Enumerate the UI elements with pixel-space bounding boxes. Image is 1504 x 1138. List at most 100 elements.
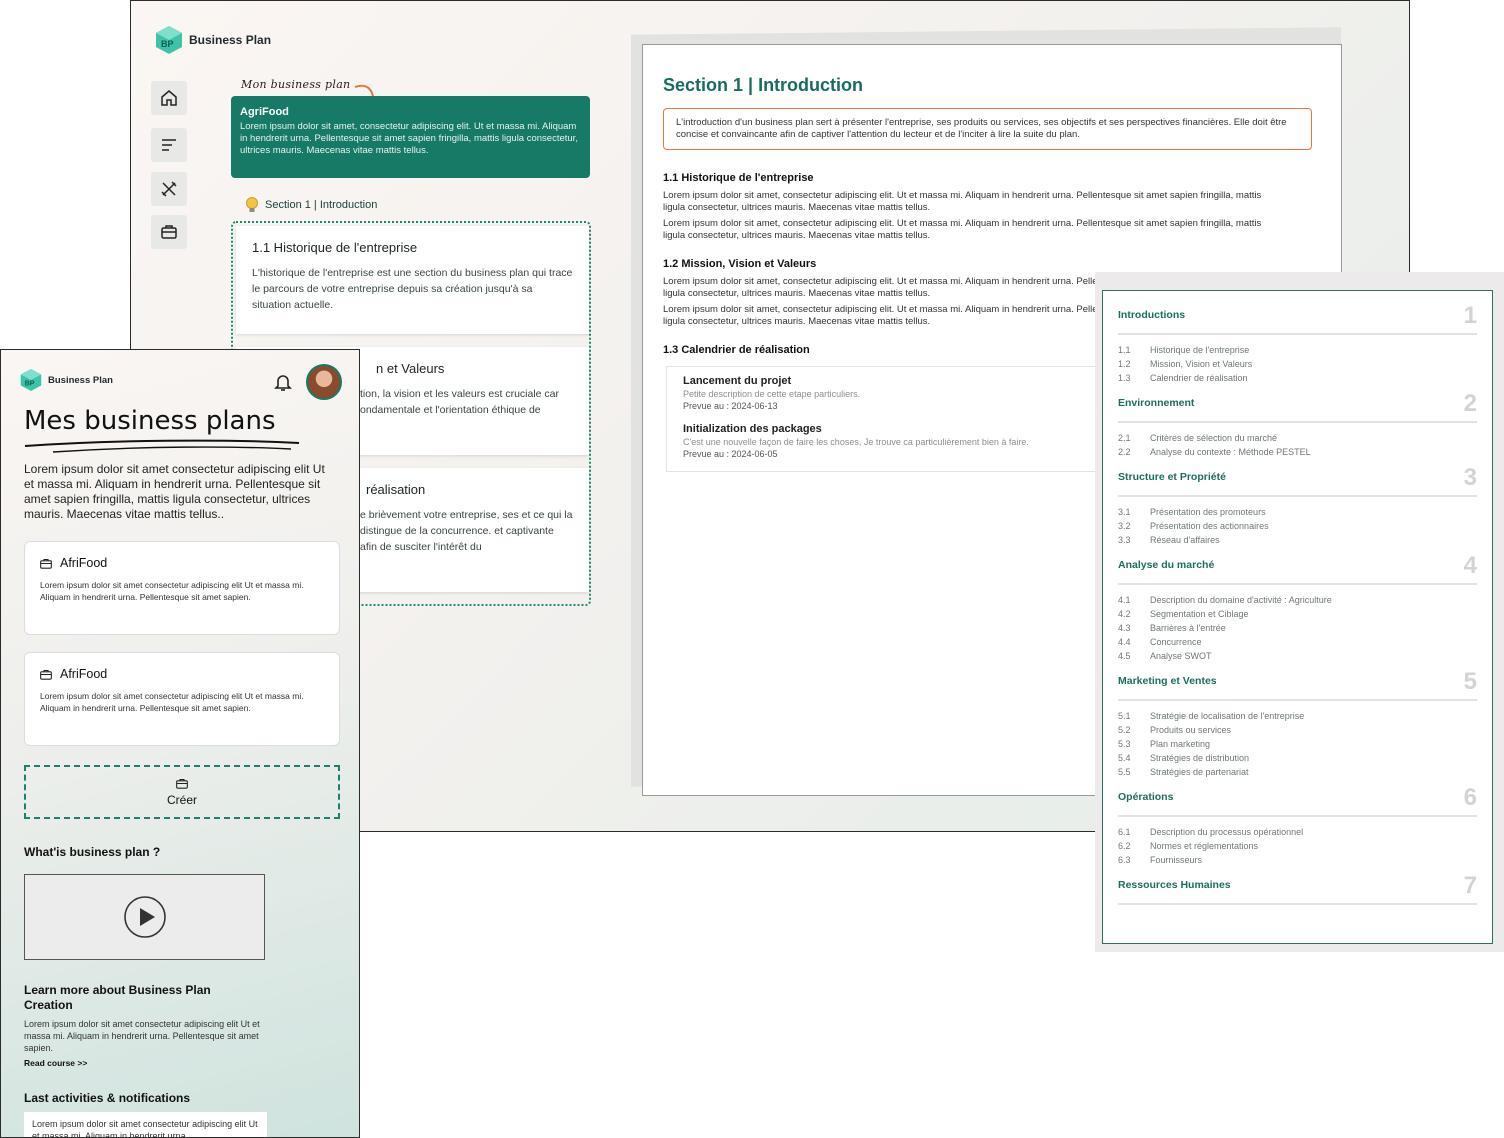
notification-item[interactable]: Lorem ipsum dolor sit amet consectetur a… [24,1112,267,1137]
document-title: Section 1 | Introduction [663,75,864,95]
timeline-list: Lancement du projet Petite description d… [666,366,1106,472]
menu-lines-icon [162,139,176,151]
doc-paragraph: Lorem ipsum dolor sit amet, consectetur … [663,190,1262,213]
plan-description: Lorem ipsum dolor sit amet, consectetur … [240,121,578,156]
business-plan-card[interactable]: AgriFood Lorem ipsum dolor sit amet, con… [231,96,590,178]
card-text: Lorem ipsum dolor sit amet consectetur a… [40,691,304,713]
nav-briefcase-button[interactable] [151,215,187,249]
subsection-text: L'historique de l'entreprise est une sec… [252,267,573,311]
business-plan-card[interactable]: AfriFood Lorem ipsum dolor sit amet cons… [24,652,340,746]
title-underline-decoration [24,439,300,453]
toc-item[interactable]: 5.4 Stratégies de distribution [1118,751,1477,765]
doc-heading: 1.1 Historique de l'entreprise [663,172,814,184]
toc-section: Environnement 2 2.1 Critères de sélection … [1118,385,1477,459]
svg-text:BP: BP [161,39,174,49]
toc-section-title[interactable]: Analyse du marché [1118,559,1214,571]
subsection-card[interactable]: 1.1 Historique de l'entreprise L'histori… [236,226,589,334]
bell-icon[interactable] [274,372,292,392]
video-player[interactable] [24,874,265,960]
toc-section: Marketing et Ventes 5 5.1 Stratégie de loc… [1118,663,1477,779]
brand-name: Business Plan [48,374,113,386]
read-course-link[interactable]: Read course >> [24,1058,87,1068]
video-section-title: What'is business plan ? [24,845,161,859]
toc-item[interactable]: 3.3 Réseau d'affaires [1118,533,1477,547]
briefcase-icon [40,669,52,680]
nav-list-button[interactable] [151,128,187,162]
create-label: Créer [166,792,197,807]
doc-heading: 1.2 Mission, Vision et Valeurs [663,258,817,270]
toc-item[interactable]: 4.4 Concurrence [1118,635,1477,649]
toc-section-title[interactable]: Opérations [1118,791,1173,803]
nav-tools-button[interactable] [151,172,187,206]
toc-item[interactable]: 6.1 Description du processus opérationnel [1118,825,1477,839]
timeline-item[interactable]: Lancement du projet Petite description d… [683,375,1089,411]
tools-icon [161,181,177,197]
course-title: Learn more about Business Plan Creation [24,983,211,1012]
toc-item[interactable]: 3.1 Présentation des promoteurs [1118,505,1477,519]
subsection-title: 1.1 Historique de l'entreprise [252,240,418,255]
toc-item[interactable]: 2.1 Critères de sélection du marché [1118,431,1477,445]
toc-item[interactable]: 1.1 Historique de l'entreprise [1118,343,1477,357]
toc-item[interactable]: 3.2 Présentation des actionnaires [1118,519,1477,533]
card-text: Lorem ipsum dolor sit amet consectetur a… [40,580,304,602]
play-icon[interactable] [123,895,167,939]
toc-item[interactable]: 4.1 Description du domaine d'activité : A… [1118,593,1477,607]
toc-section: Structure et Propriété 3 3.1 Présentation … [1118,459,1477,547]
brand-name: Business Plan [189,33,272,47]
create-button[interactable]: Créer [24,765,340,819]
toc-section-title[interactable]: Introductions [1118,309,1185,321]
task-description: Petite description de cette etape partic… [683,389,861,399]
toc-item[interactable]: 1.3 Calendrier de réalisation [1118,371,1477,385]
task-date: Prevue au : 2024-06-05 [683,449,778,459]
svg-text:BP: BP [25,381,35,388]
mobile-screen: BP Business Plan Mes business plans Lore… [0,349,360,1138]
plan-title: AgriFood [240,106,289,118]
toc-section-title[interactable]: Ressources Humaines [1118,879,1231,891]
task-description: C'est une nouvelle façon de faire les ch… [683,437,1029,447]
doc-paragraph: Lorem ipsum dolor sit amet, consectetur … [663,218,1262,241]
section-label-text: Section 1 | Introduction [265,199,378,211]
toc-section-number: 5 [1463,668,1477,695]
brand-logo[interactable]: BP Business Plan [20,368,113,392]
toc-item[interactable]: 5.2 Produits ou services [1118,723,1477,737]
toc-section-number: 6 [1463,784,1477,811]
toc-item[interactable]: 4.3 Barrières à l'entrée [1118,621,1477,635]
briefcase-icon [176,778,188,789]
toc-item[interactable]: 1.2 Mission, Vision et Valeurs [1118,357,1477,371]
toc-item[interactable]: 4.2 Segmentation et Ciblage [1118,607,1477,621]
toc-section: Introductions 1 1.1 Historique de l'entrep… [1118,291,1477,385]
briefcase-icon [161,225,177,239]
toc-section-number: 4 [1463,552,1477,579]
toc-section-title[interactable]: Structure et Propriété [1118,471,1226,483]
page-description: Lorem ipsum dolor sit amet consectetur a… [24,462,325,521]
toc-item[interactable]: 5.5 Stratégies de partenariat [1118,765,1477,779]
course-description: Lorem ipsum dolor sit amet consectetur a… [24,1019,260,1053]
section-label[interactable]: Section 1 | Introduction [245,196,377,214]
page-title: Mes business plans [24,406,276,436]
toc-section-title[interactable]: Marketing et Ventes [1118,675,1217,687]
toc-section-number: 3 [1463,464,1477,491]
toc-section-number: 7 [1463,872,1477,899]
toc-item[interactable]: 6.2 Normes et réglementations [1118,839,1477,853]
intro-callout: L'introduction d'un business plan sert à… [663,108,1312,150]
toc-item[interactable]: 5.1 Stratégie de localisation de l'entrep… [1118,709,1477,723]
home-icon [161,90,177,106]
toc-item[interactable]: 4.5 Analyse SWOT [1118,649,1477,663]
toc-section-number: 1 [1463,302,1477,329]
toc-item[interactable]: 6.3 Fournisseurs [1118,853,1477,867]
business-plan-card[interactable]: AfriFood Lorem ipsum dolor sit amet cons… [24,541,340,635]
task-title: Lancement du projet [683,375,792,387]
timeline-item[interactable]: Initialization des packages C'est une no… [683,423,1089,459]
toc-section: Opérations 6 6.1 Description du processus … [1118,779,1477,867]
toc-item[interactable]: 5.3 Plan marketing [1118,737,1477,751]
nav-home-button[interactable] [151,81,187,115]
logo-icon: BP [20,369,42,391]
card-title: AfriFood [60,667,108,681]
toc-section-title[interactable]: Environnement [1118,397,1194,409]
toc-section: Ressources Humaines 7 [1118,867,1477,905]
task-date: Prevue au : 2024-06-13 [683,401,778,411]
toc-item[interactable]: 2.2 Analyse du contexte : Méthode PESTEL [1118,445,1477,459]
avatar[interactable] [306,364,342,400]
brand-logo[interactable]: BP Business Plan [155,25,271,55]
handwritten-label: Mon business plan [241,78,351,91]
